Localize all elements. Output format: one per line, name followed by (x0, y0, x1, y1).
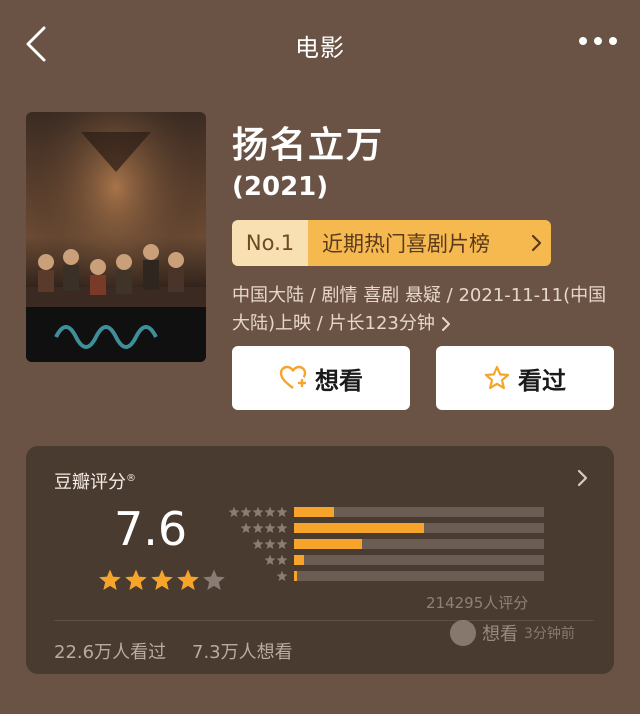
small-star-icon (240, 506, 252, 517)
small-star-icon (240, 522, 252, 533)
movie-title: 扬名立万 (232, 125, 385, 166)
more-horizontal-icon[interactable] (578, 34, 618, 48)
heart-plus-icon (279, 365, 307, 389)
movie-detail-page: 电影 扬名立万 (2021) No.1 近期热门喜剧片榜 中国大陆 / 剧情 喜… (0, 0, 640, 714)
movie-meta[interactable]: 中国大陆 / 剧情 喜剧 悬疑 / 2021-11-11(中国大陆)上映 / 片… (232, 282, 617, 338)
star-outline-icon (484, 365, 510, 390)
small-star-icon (276, 538, 288, 549)
distribution-track (294, 507, 544, 517)
small-star-icon (264, 522, 276, 533)
watched-button[interactable]: 看过 (436, 346, 614, 410)
watched-count[interactable]: 22.6万人看过 (54, 638, 166, 664)
poster-artwork (26, 112, 206, 362)
distribution-track (294, 571, 544, 581)
rating-star-icon (151, 569, 173, 590)
header: 电影 (0, 0, 640, 88)
distribution-track (294, 555, 544, 565)
rating-score: 7.6 (114, 502, 188, 556)
distribution-bar (294, 539, 362, 549)
chevron-right-icon[interactable] (576, 468, 588, 488)
small-star-icon (276, 570, 288, 581)
small-star-icon (252, 538, 264, 549)
small-star-icon (276, 506, 288, 517)
chevron-right-icon (521, 220, 551, 266)
distribution-track (294, 539, 544, 549)
distribution-bar (294, 571, 297, 581)
movie-year: (2021) (232, 172, 329, 202)
watched-label: 看过 (518, 366, 566, 395)
distribution-stars (224, 522, 288, 534)
distribution-stars (224, 538, 288, 550)
distribution-row (224, 520, 544, 536)
rating-stars (98, 568, 226, 592)
small-star-icon (264, 538, 276, 549)
small-star-icon (252, 522, 264, 533)
want-to-watch-label: 想看 (315, 366, 363, 395)
rating-star-icon (125, 569, 147, 590)
small-star-icon (264, 506, 276, 517)
small-star-icon (276, 522, 288, 533)
distribution-row (224, 552, 544, 568)
wanted-count[interactable]: 7.3万人想看 (192, 638, 293, 664)
rank-name: 近期热门喜剧片榜 (308, 220, 521, 266)
movie-poster[interactable] (26, 112, 206, 362)
ranking-badge[interactable]: No.1 近期热门喜剧片榜 (232, 220, 551, 266)
registered-mark: ® (126, 473, 136, 484)
small-star-icon (276, 554, 288, 565)
distribution-bar (294, 507, 334, 517)
want-to-watch-button[interactable]: 想看 (232, 346, 410, 410)
toast-action: 想看 (482, 624, 518, 645)
rating-star-icon (99, 569, 121, 590)
rating-title-text: 豆瓣评分 (54, 472, 126, 493)
distribution-bar (294, 523, 424, 533)
rating-card-title: 豆瓣评分® (54, 468, 136, 494)
rank-number: No.1 (232, 220, 308, 266)
chevron-right-icon (441, 317, 450, 331)
movie-meta-text: 中国大陆 / 剧情 喜剧 悬疑 / 2021-11-11(中国大陆)上映 / 片… (232, 285, 607, 334)
distribution-row (224, 568, 544, 584)
vote-count: 214295人评分 (426, 594, 529, 612)
toast-time: 3分钟前 (524, 626, 575, 642)
small-star-icon (252, 506, 264, 517)
distribution-bar (294, 555, 304, 565)
rating-star-icon (177, 569, 199, 590)
avatar (450, 620, 476, 646)
distribution-track (294, 523, 544, 533)
rating-distribution (224, 504, 544, 584)
rating-star-icon (203, 569, 225, 590)
small-star-icon (228, 506, 240, 517)
distribution-stars (224, 570, 288, 582)
distribution-stars (224, 554, 288, 566)
distribution-row (224, 536, 544, 552)
activity-toast: 想看 3分钟前 (450, 620, 575, 646)
distribution-row (224, 504, 544, 520)
rating-card[interactable]: 豆瓣评分® 7.6 214295人评分 22.6万人看过 7.3万人想看 想看 … (26, 446, 614, 674)
small-star-icon (264, 554, 276, 565)
page-title: 电影 (295, 34, 345, 62)
distribution-stars (224, 506, 288, 518)
